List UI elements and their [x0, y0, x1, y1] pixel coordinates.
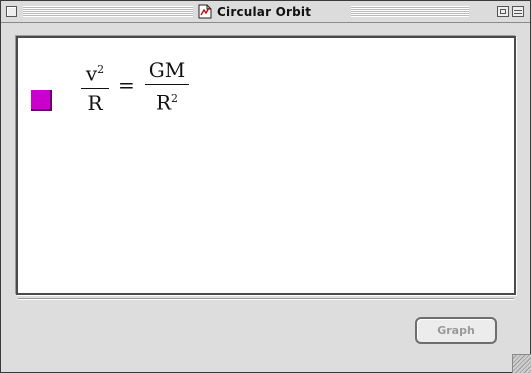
- right-numerator: GM: [148, 58, 186, 82]
- right-fraction: GM R2: [145, 59, 189, 114]
- title-bar[interactable]: Circular Orbit: [1, 1, 530, 23]
- title-stripes-right: [351, 6, 469, 17]
- title-stripes-left: [23, 6, 193, 17]
- left-fraction-bar: [81, 87, 109, 89]
- graph-button[interactable]: Graph: [415, 317, 497, 344]
- resize-grip-icon[interactable]: [512, 354, 531, 373]
- window-title-group: Circular Orbit: [198, 3, 311, 20]
- app-window: Circular Orbit v2 R = GM R2 Graph: [0, 0, 531, 373]
- left-fraction: v2 R: [81, 59, 109, 114]
- zoom-box-icon[interactable]: [497, 6, 509, 17]
- left-numerator: v2: [85, 61, 105, 86]
- close-box-icon[interactable]: [6, 6, 17, 17]
- equals-sign: =: [118, 73, 135, 97]
- left-denominator: R: [87, 90, 103, 115]
- color-swatch[interactable]: [31, 90, 52, 111]
- document-icon: [198, 4, 212, 19]
- right-fraction-bar: [145, 84, 189, 85]
- panel-separator: [18, 298, 514, 300]
- right-denominator: R2: [155, 90, 179, 115]
- collapse-box-icon[interactable]: [512, 6, 524, 17]
- window-title: Circular Orbit: [217, 4, 312, 19]
